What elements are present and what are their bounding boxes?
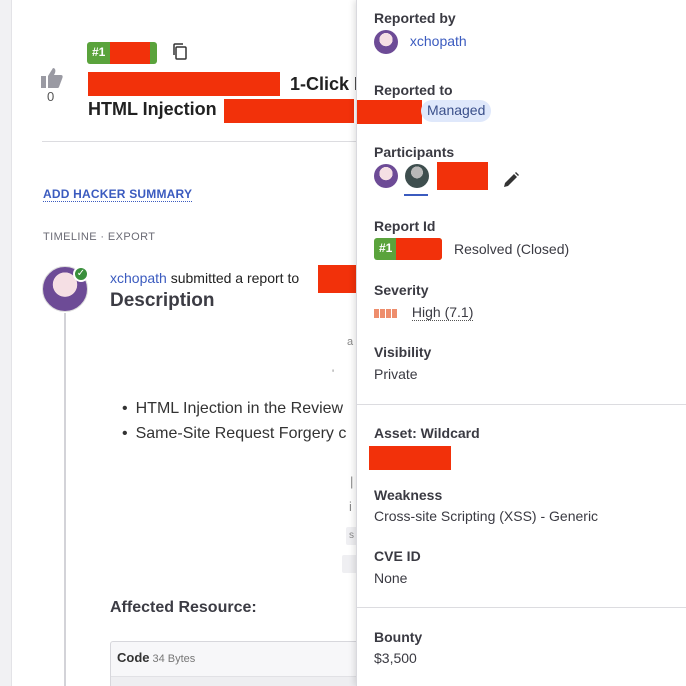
divider (357, 404, 686, 405)
redaction (396, 238, 442, 260)
faint-text: s (349, 530, 354, 541)
redaction (110, 42, 150, 64)
redaction (318, 265, 356, 293)
divider (42, 141, 356, 142)
vulnerability-list: HTML Injection in the Review Same-Site R… (122, 400, 347, 450)
report-id-prefix: #1 (92, 45, 106, 59)
affected-resource-heading: Affected Resource: (110, 599, 257, 616)
copy-icon[interactable] (172, 43, 188, 60)
thumbs-up-icon[interactable] (40, 67, 64, 89)
managed-badge: Managed (421, 100, 492, 122)
submitter-action: submitted a report to (166, 270, 300, 286)
reported-to-label: Reported to (374, 82, 453, 98)
divider (357, 607, 686, 608)
visibility-value: Private (374, 366, 418, 382)
bounty-value: $3,500 (374, 650, 417, 666)
report-details-panel: Reported by xchopath Reported to Managed… (356, 0, 686, 686)
report-id-badge: #1 (374, 238, 442, 260)
visibility-label: Visibility (374, 344, 432, 360)
reported-by-label: Reported by (374, 10, 456, 26)
faint-block (342, 555, 356, 573)
list-item: Same-Site Request Forgery c (122, 425, 347, 443)
code-line (111, 676, 356, 686)
severity-label: Severity (374, 282, 429, 298)
cve-id-value: None (374, 570, 408, 586)
report-id-label: Report Id (374, 218, 436, 234)
reported-by-value: xchopath (374, 30, 467, 54)
left-rail (0, 0, 12, 686)
check-icon: ✓ (73, 266, 89, 282)
timeline-line (64, 313, 66, 686)
asset-label: Asset: Wildcard (374, 425, 480, 441)
vote-count: 0 (47, 89, 55, 104)
redaction (88, 72, 280, 96)
bounty-label: Bounty (374, 629, 423, 645)
redaction (357, 100, 422, 124)
faint-text: i (349, 499, 352, 514)
add-hacker-summary-link[interactable]: ADD HACKER SUMMARY (43, 187, 193, 202)
report-id-badge: #1 (87, 42, 157, 64)
timeline-export-label[interactable]: TIMELINE · EXPORT (43, 231, 155, 243)
faint-text: | (350, 474, 354, 489)
report-title-fragment: 1-Click M (290, 74, 356, 94)
redaction (224, 99, 354, 123)
participants-label: Participants (374, 144, 455, 160)
code-block: Code 34 Bytes (110, 641, 356, 686)
redaction (437, 162, 488, 190)
faint-text: a (347, 336, 354, 348)
participants-list (374, 164, 429, 188)
code-size: 34 Bytes (152, 653, 196, 665)
report-main: #1 0 1-Click M HTML Injection ADD HACKER… (12, 0, 356, 686)
submission-header: xchopath submitted a report to (110, 270, 299, 286)
severity-bars-icon (374, 304, 398, 320)
pencil-icon[interactable] (502, 171, 520, 189)
weakness-label: Weakness (374, 487, 443, 503)
submitter-link[interactable]: xchopath (110, 270, 167, 286)
report-id-prefix: #1 (379, 241, 393, 255)
redaction (369, 446, 451, 470)
report-status: Resolved (Closed) (454, 241, 570, 257)
weakness-value[interactable]: Cross-site Scripting (XSS) - Generic (374, 508, 598, 524)
avatar[interactable] (374, 30, 398, 54)
code-header: Code 34 Bytes (117, 650, 195, 665)
cve-id-label: CVE ID (374, 548, 421, 564)
description-heading: Description (110, 290, 215, 311)
code-label: Code (117, 650, 150, 665)
avatar[interactable] (404, 164, 429, 188)
participant-underline (404, 194, 428, 196)
faint-text: ' (332, 368, 335, 380)
reporter-link[interactable]: xchopath (410, 33, 467, 49)
severity-value: High (7.1) (374, 304, 474, 321)
severity-text[interactable]: High (7.1) (411, 304, 474, 321)
report-title-line-2: HTML Injection (88, 99, 217, 119)
list-item: HTML Injection in the Review (122, 400, 346, 418)
avatar[interactable] (374, 164, 398, 188)
